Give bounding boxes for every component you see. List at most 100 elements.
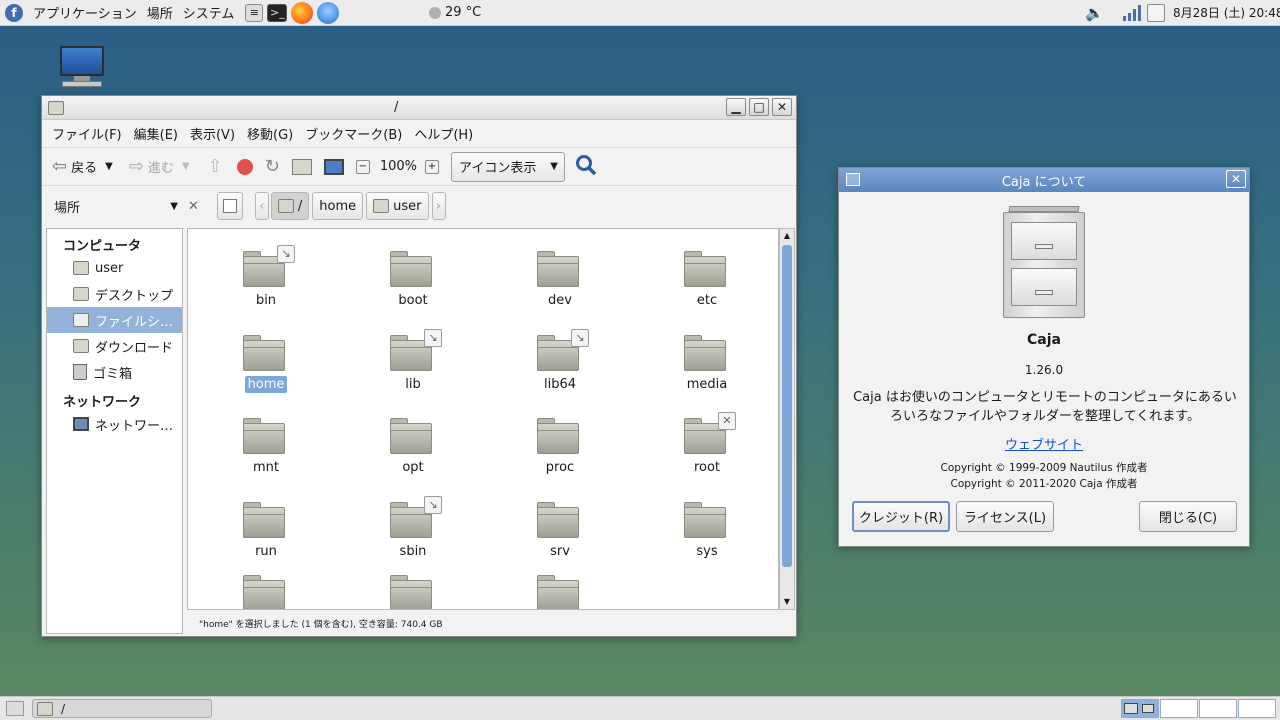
breadcrumb-user[interactable]: user bbox=[366, 192, 429, 220]
website-link[interactable]: ウェブサイト bbox=[839, 434, 1249, 453]
sidebar-header-network: ネットワーク bbox=[63, 395, 142, 410]
credits-button[interactable]: クレジット(R) bbox=[852, 501, 950, 532]
folder-item[interactable]: dev bbox=[500, 237, 620, 317]
sidebar-item-filesystem[interactable]: ファイルシ… bbox=[47, 307, 182, 333]
license-button[interactable]: ライセンス(L) bbox=[956, 501, 1054, 532]
close-sidebar-icon[interactable]: ✕ bbox=[188, 199, 199, 214]
update-notifier-icon[interactable] bbox=[1142, 0, 1170, 26]
computer-icon[interactable] bbox=[58, 46, 106, 90]
folder-item[interactable]: boot bbox=[353, 237, 473, 317]
menu-edit[interactable]: 編集(E) bbox=[128, 124, 184, 143]
menu-view[interactable]: 表示(V) bbox=[184, 124, 241, 143]
workspace-1[interactable] bbox=[1121, 699, 1159, 718]
thunderbird-icon[interactable] bbox=[317, 1, 340, 24]
up-arrow-icon[interactable]: ⇧ bbox=[208, 156, 223, 177]
places-sidebar: コンピュータ user デスクトップ ファイルシ… ダウンロード ゴミ箱 ネット… bbox=[46, 228, 183, 634]
fedora-logo-icon[interactable]: f bbox=[0, 0, 28, 26]
folder-item[interactable]: ↘ sbin bbox=[353, 488, 473, 568]
sidebar-item-network[interactable]: ネットワー… bbox=[47, 411, 182, 437]
sidebar-item-trash[interactable]: ゴミ箱 bbox=[47, 359, 182, 385]
scroll-down-arrow-icon[interactable]: ▼ bbox=[780, 595, 794, 609]
file-icon-view[interactable]: ↘ bin boot dev etc home ↘ lib ↘ lib64 me… bbox=[187, 228, 779, 610]
stop-icon[interactable] bbox=[236, 158, 253, 175]
folder-icon bbox=[243, 575, 285, 609]
show-desktop-icon[interactable] bbox=[6, 701, 24, 716]
temperature: 29 °C bbox=[445, 5, 482, 20]
folder-item[interactable]: sys bbox=[647, 488, 767, 568]
folder-item[interactable]: opt bbox=[353, 404, 473, 484]
folder-item[interactable]: mnt bbox=[206, 404, 326, 484]
zoom-level: 100% bbox=[379, 159, 417, 174]
window-menu-icon[interactable] bbox=[846, 173, 860, 186]
folder-icon bbox=[243, 502, 285, 538]
breadcrumb-scroll-right[interactable]: › bbox=[431, 192, 446, 220]
chevron-down-icon: ▼ bbox=[170, 200, 178, 212]
system-monitor-icon[interactable]: ≡ bbox=[245, 3, 264, 22]
minimize-button[interactable]: ▁ bbox=[726, 98, 746, 116]
toggle-location-entry-button[interactable] bbox=[216, 192, 243, 220]
back-history-dropdown-icon[interactable]: ▼ bbox=[105, 161, 113, 172]
clock[interactable]: 8月28日 (土) 20:48 bbox=[1168, 0, 1280, 26]
folder-item[interactable]: ↘ lib bbox=[353, 321, 473, 401]
close-button[interactable]: ✕ bbox=[1226, 170, 1246, 188]
breadcrumb-root[interactable]: / bbox=[270, 192, 310, 220]
places-menu[interactable]: 場所 bbox=[142, 0, 178, 26]
about-titlebar[interactable]: Caja について ✕ bbox=[839, 168, 1249, 192]
folder-item[interactable]: media bbox=[647, 321, 767, 401]
scrollbar-thumb[interactable] bbox=[782, 245, 792, 567]
computer-small-icon[interactable] bbox=[323, 158, 344, 175]
applications-menu[interactable]: アプリケーション bbox=[28, 0, 142, 26]
menu-go[interactable]: 移動(G) bbox=[241, 124, 299, 143]
folder-item[interactable]: ↘ bin bbox=[206, 237, 326, 317]
location-bar: 場所 ▼ ✕ ‹ / home user › bbox=[42, 186, 796, 226]
forward-arrow-icon: ⇨ bbox=[128, 156, 144, 177]
download-folder-icon bbox=[73, 339, 89, 353]
folder-item[interactable]: ✕ root bbox=[647, 404, 767, 484]
view-mode-select[interactable]: アイコン表示 ▼ bbox=[450, 151, 565, 182]
menu-help[interactable]: ヘルプ(H) bbox=[408, 124, 479, 143]
search-icon[interactable] bbox=[575, 154, 597, 180]
reload-icon[interactable]: ↻ bbox=[265, 156, 280, 177]
terminal-icon[interactable]: >_ bbox=[267, 3, 288, 22]
maximize-button[interactable]: □ bbox=[749, 98, 769, 116]
forward-history-dropdown-icon[interactable]: ▼ bbox=[182, 161, 190, 172]
vertical-scrollbar[interactable]: ▲ ▼ bbox=[779, 228, 795, 610]
system-menu[interactable]: システム bbox=[178, 0, 240, 26]
sidebar-mode-select[interactable]: 場所 ▼ bbox=[48, 197, 178, 216]
scroll-up-arrow-icon[interactable]: ▲ bbox=[780, 229, 794, 243]
close-dialog-button[interactable]: 閉じる(C) bbox=[1139, 501, 1237, 532]
menu-bookmarks[interactable]: ブックマーク(B) bbox=[299, 124, 408, 143]
folder-item[interactable]: srv bbox=[500, 488, 620, 568]
back-button[interactable]: ⇦ 戻る bbox=[48, 153, 101, 181]
firefox-icon[interactable] bbox=[291, 1, 314, 24]
folder-item[interactable]: home bbox=[206, 321, 326, 401]
zoom-out-icon[interactable]: − bbox=[355, 159, 370, 174]
taskbar-file-manager[interactable]: / bbox=[32, 699, 212, 718]
zoom-in-icon[interactable]: + bbox=[424, 159, 439, 174]
folder-item[interactable] bbox=[206, 561, 326, 609]
folder-item[interactable]: ↘ lib64 bbox=[500, 321, 620, 401]
close-button[interactable]: ✕ bbox=[772, 98, 792, 116]
folder-icon bbox=[390, 251, 432, 287]
sidebar-item-user[interactable]: user bbox=[47, 255, 182, 281]
folder-item[interactable]: run bbox=[206, 488, 326, 568]
sidebar-item-downloads[interactable]: ダウンロード bbox=[47, 333, 182, 359]
folder-item[interactable]: etc bbox=[647, 237, 767, 317]
folder-item[interactable] bbox=[500, 561, 620, 609]
workspace-4[interactable] bbox=[1238, 699, 1276, 718]
workspace-3[interactable] bbox=[1199, 699, 1237, 718]
home-icon[interactable] bbox=[291, 158, 312, 175]
weather-applet[interactable]: 29 °C bbox=[424, 0, 486, 26]
breadcrumb-home[interactable]: home bbox=[312, 192, 364, 220]
breadcrumb-scroll-left[interactable]: ‹ bbox=[254, 192, 269, 220]
drive-icon bbox=[73, 313, 89, 327]
window-title: / bbox=[394, 100, 399, 115]
folder-item[interactable]: proc bbox=[500, 404, 620, 484]
forward-button[interactable]: ⇨ 進む bbox=[125, 153, 178, 181]
folder-item[interactable] bbox=[353, 561, 473, 609]
fm-titlebar[interactable]: / ▁ □ ✕ bbox=[42, 96, 796, 120]
volume-icon[interactable]: 🔈 bbox=[1080, 0, 1109, 26]
sidebar-item-desktop[interactable]: デスクトップ bbox=[47, 281, 182, 307]
menu-file[interactable]: ファイル(F) bbox=[46, 124, 128, 143]
workspace-2[interactable] bbox=[1160, 699, 1198, 718]
